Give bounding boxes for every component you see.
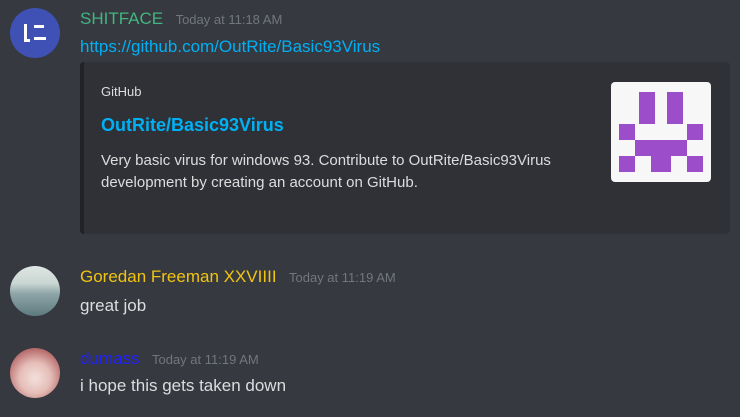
message-link[interactable]: https://github.com/OutRite/Basic93Virus: [80, 37, 380, 56]
avatar[interactable]: [10, 8, 60, 58]
message-content: https://github.com/OutRite/Basic93Virus: [80, 37, 380, 57]
timestamp: Today at 11:18 AM: [175, 12, 283, 27]
avatar-image: [24, 24, 46, 42]
username[interactable]: Goredan Freeman XXVIIII: [80, 267, 277, 286]
embed-title[interactable]: OutRite/Basic93Virus: [101, 115, 284, 136]
username[interactable]: dumass: [80, 349, 140, 368]
timestamp: Today at 11:19 AM: [151, 352, 259, 367]
embed-description: Very basic virus for windows 93. Contrib…: [101, 152, 551, 191]
message-header: SHITFACE Today at 11:18 AM: [80, 9, 282, 29]
embed-provider[interactable]: GitHub: [101, 84, 141, 99]
avatar[interactable]: [10, 348, 60, 398]
message: SHITFACE Today at 11:18 AM https://githu…: [0, 0, 740, 240]
message: Goredan Freeman XXVIIII Today at 11:19 A…: [0, 262, 740, 332]
message-content: great job: [80, 296, 147, 315]
message-content: i hope this gets taken down: [80, 376, 287, 395]
message-header: Goredan Freeman XXVIIII Today at 11:19 A…: [80, 267, 396, 287]
message-header: dumass Today at 11:19 AM: [80, 349, 259, 369]
embed-thumbnail[interactable]: [611, 82, 711, 182]
username[interactable]: SHITFACE: [80, 9, 163, 28]
timestamp: Today at 11:19 AM: [289, 270, 396, 285]
message: dumass Today at 11:19 AM i hope this get…: [0, 343, 740, 417]
avatar[interactable]: [10, 266, 60, 316]
link-embed: GitHub OutRite/Basic93Virus Very basic v…: [80, 62, 730, 234]
github-identicon-icon: [619, 92, 703, 172]
